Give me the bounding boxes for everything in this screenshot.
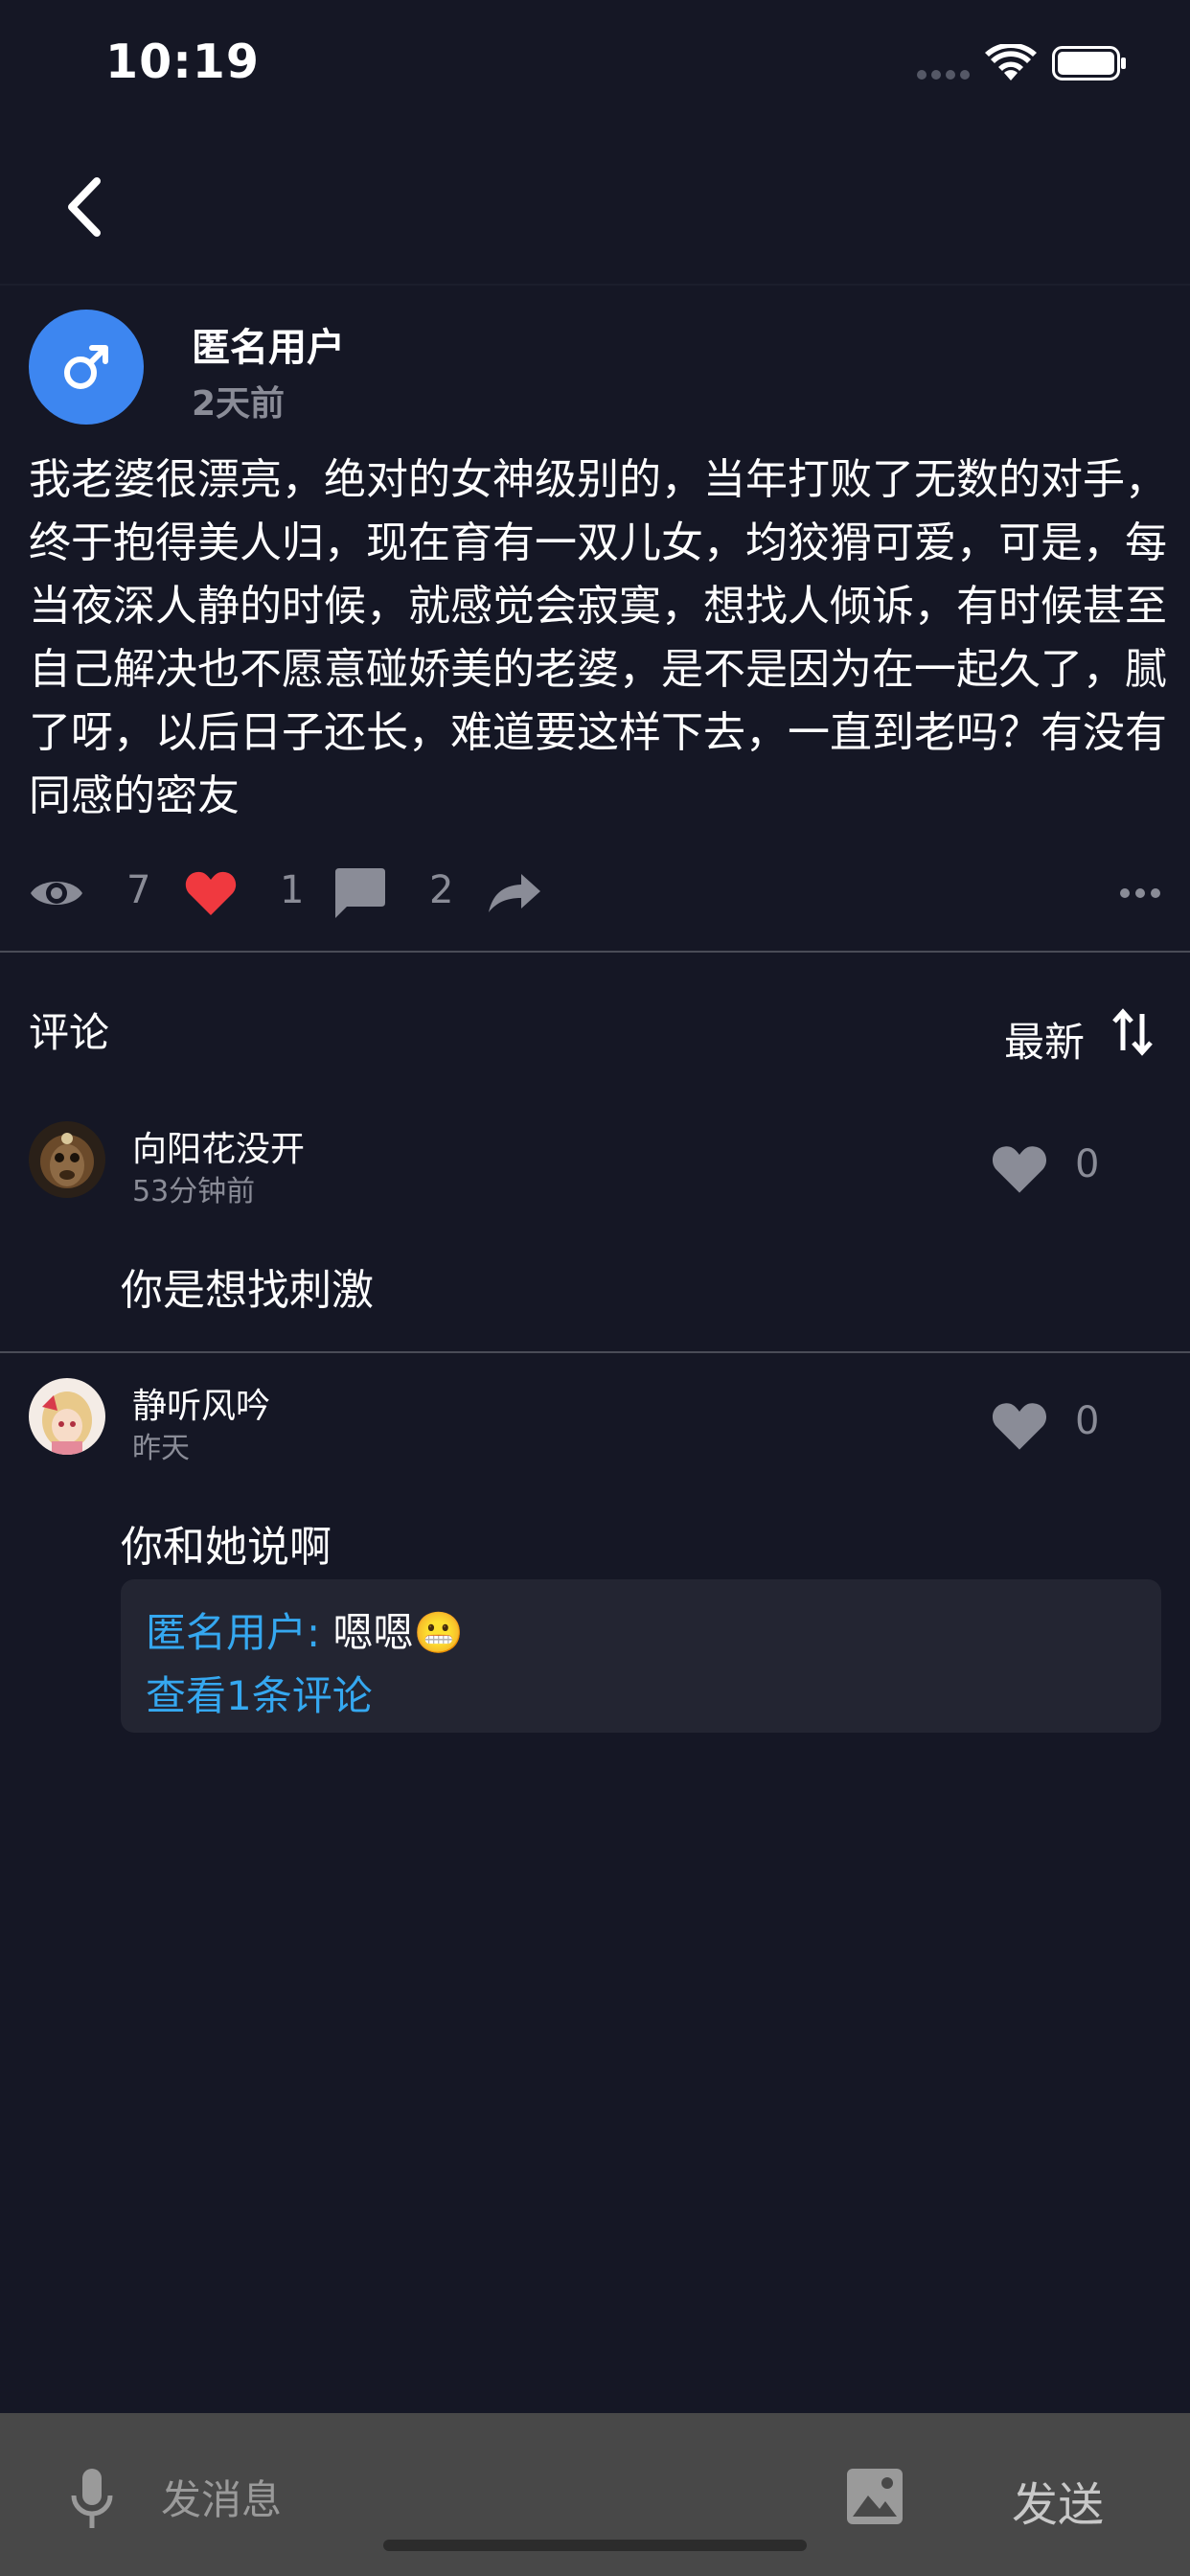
nav-divider	[0, 284, 1190, 286]
section-divider	[0, 951, 1190, 953]
commenter-name[interactable]: 静听风吟	[132, 1378, 270, 1428]
back-button[interactable]	[50, 169, 117, 245]
comment-like-count: 0	[1075, 1399, 1100, 1443]
comment-text: 你和她说啊	[121, 1523, 332, 1572]
reply-line: 匿名用户: 嗯嗯😬	[146, 1600, 464, 1659]
message-input[interactable]	[161, 2471, 793, 2528]
image-icon[interactable]	[847, 2469, 903, 2524]
message-input-bar: 发送	[0, 2413, 1190, 2576]
post-stats-bar: 7 1 2	[29, 862, 1161, 924]
comment-divider	[0, 1351, 1190, 1353]
home-indicator	[383, 2540, 807, 2551]
commenter-avatar[interactable]	[29, 1378, 105, 1455]
heart-icon[interactable]	[991, 1142, 1048, 1196]
comment-time: 53分钟前	[132, 1175, 256, 1208]
author-avatar[interactable]	[29, 310, 144, 425]
reply-text: 嗯嗯😬	[320, 1609, 464, 1656]
heart-icon[interactable]	[991, 1399, 1048, 1453]
comments-count: 2	[429, 868, 454, 912]
comment-button[interactable]	[333, 862, 387, 924]
wifi-icon	[985, 44, 1037, 80]
sort-button[interactable]: 最新	[1004, 1010, 1085, 1069]
comment-text: 你是想找刺激	[121, 1266, 374, 1315]
cellular-signal-icon	[917, 70, 970, 80]
status-time: 10:19	[105, 34, 260, 89]
reply-preview-box[interactable]: 匿名用户: 嗯嗯😬 查看1条评论	[121, 1579, 1161, 1733]
likes-count: 1	[280, 868, 305, 912]
views-count: 7	[126, 868, 151, 912]
comments-title: 评论	[29, 1009, 110, 1056]
heart-icon	[185, 871, 237, 915]
send-button[interactable]: 发送	[1012, 2467, 1104, 2534]
post-detail-screen: 10:19 匿名用户 2天前 我老婆很漂亮，绝对的女神级别的，当年打败了无数的对…	[0, 0, 1190, 2576]
status-bar: 10:19	[0, 0, 1190, 134]
male-symbol-icon	[64, 345, 108, 389]
comment-bubble-icon	[335, 868, 385, 918]
more-options-icon[interactable]	[1119, 884, 1161, 903]
comment-like-count: 0	[1075, 1142, 1100, 1186]
share-button[interactable]	[487, 862, 542, 924]
author-name[interactable]: 匿名用户	[192, 316, 345, 372]
share-arrow-icon	[489, 874, 540, 912]
sort-arrows-icon[interactable]	[1111, 1008, 1154, 1056]
microphone-icon[interactable]	[69, 2467, 115, 2532]
reply-author[interactable]: 匿名用户:	[146, 1609, 320, 1656]
commenter-name[interactable]: 向阳花没开	[132, 1121, 305, 1171]
chevron-left-icon	[68, 177, 101, 237]
views-icon	[29, 862, 84, 924]
comment-time: 昨天	[132, 1432, 190, 1465]
view-replies-link[interactable]: 查看1条评论	[146, 1664, 373, 1722]
post-time: 2天前	[192, 384, 286, 424]
battery-icon	[1052, 46, 1126, 80]
post-body: 我老婆很漂亮，绝对的女神级别的，当年打败了无数的对手，终于抱得美人归，现在育有一…	[29, 455, 1167, 820]
commenter-avatar[interactable]	[29, 1121, 105, 1198]
like-button[interactable]	[184, 862, 238, 924]
